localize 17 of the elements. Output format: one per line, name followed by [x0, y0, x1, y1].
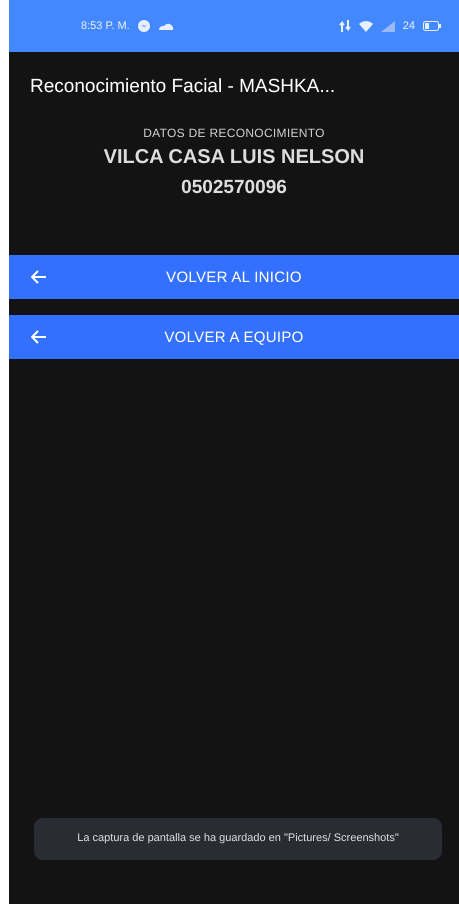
back-arrow-icon — [31, 270, 47, 284]
battery-icon — [423, 21, 441, 31]
back-arrow-icon — [31, 330, 47, 344]
person-name: VILCA CASA LUIS NELSON — [104, 146, 364, 169]
app-title: Reconocimiento Facial - MASHKA... — [29, 75, 336, 99]
battery-level: 24 — [402, 20, 415, 32]
section-label: DATOS DE RECONOCIMIENTO — [143, 126, 325, 140]
cloud-icon — [158, 22, 174, 30]
status-time: 8:53 P. M. — [81, 20, 130, 32]
data-arrows-icon — [338, 20, 351, 32]
signal-icon — [380, 20, 395, 32]
toast-message: La captura de pantalla se ha guardado en "Pictures/ Screenshots" — [34, 818, 442, 860]
back-button[interactable]: VOLVER A EQUIPO — [9, 315, 459, 359]
id-number: 0502570096 — [181, 177, 287, 199]
messenger-icon — [138, 20, 150, 32]
wifi-icon — [358, 20, 373, 32]
back-button[interactable]: VOLVER AL INICIO — [9, 255, 459, 299]
